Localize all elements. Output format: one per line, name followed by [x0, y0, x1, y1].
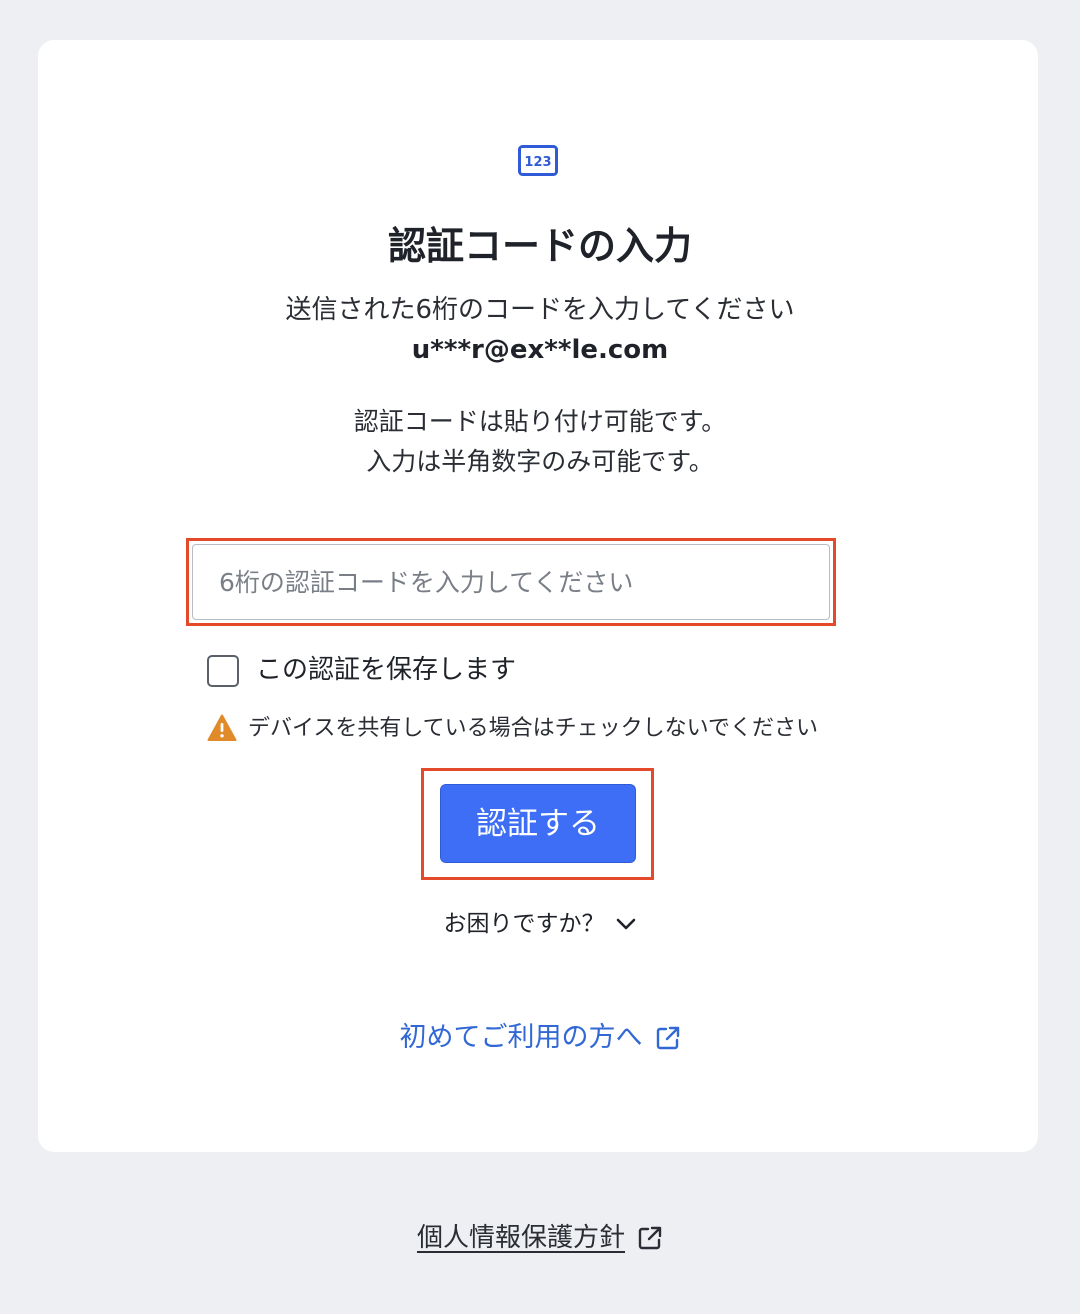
page-title: 認証コードの入力 [387, 224, 692, 268]
svg-text:123: 123 [524, 155, 551, 170]
first-time-link[interactable]: 初めてご利用の方へ [400, 1016, 681, 1060]
chevron-down-icon [616, 918, 635, 930]
remember-checkbox-label[interactable]: この認証を保存します [256, 650, 516, 690]
first-time-link-row: 初めてご利用の方へ [0, 1016, 1080, 1060]
external-link-icon [656, 1026, 679, 1050]
external-link-icon [638, 1226, 662, 1250]
first-time-link-label: 初めてご利用の方へ [399, 1022, 643, 1053]
privacy-link-row: 個人情報保護方針 [0, 1216, 1080, 1260]
instruction-text: 送信された6桁のコードを入力してください [285, 295, 795, 325]
warning-text: デバイスを共有している場合はチェックしないでください [248, 716, 819, 741]
help-toggle[interactable]: お困りですか？ [444, 904, 637, 944]
verify-button[interactable]: 認証する [440, 784, 636, 863]
warning-triangle-icon [207, 714, 237, 741]
digits-only-note: 入力は半角数字のみ可能です。 [366, 447, 714, 476]
help-toggle-row: お困りですか？ [0, 904, 1080, 944]
help-label: お困りですか？ [443, 911, 605, 937]
remember-checkbox[interactable] [207, 655, 239, 687]
privacy-policy-link[interactable]: 個人情報保護方針 [417, 1216, 663, 1260]
privacy-policy-label: 個人情報保護方針 [416, 1223, 625, 1253]
masked-email: u***r@ex**le.com [411, 335, 669, 365]
paste-note: 認証コードは貼り付け可能です。 [353, 407, 727, 436]
numeric-code-icon: 123 [518, 145, 558, 176]
code-input[interactable] [192, 544, 830, 620]
